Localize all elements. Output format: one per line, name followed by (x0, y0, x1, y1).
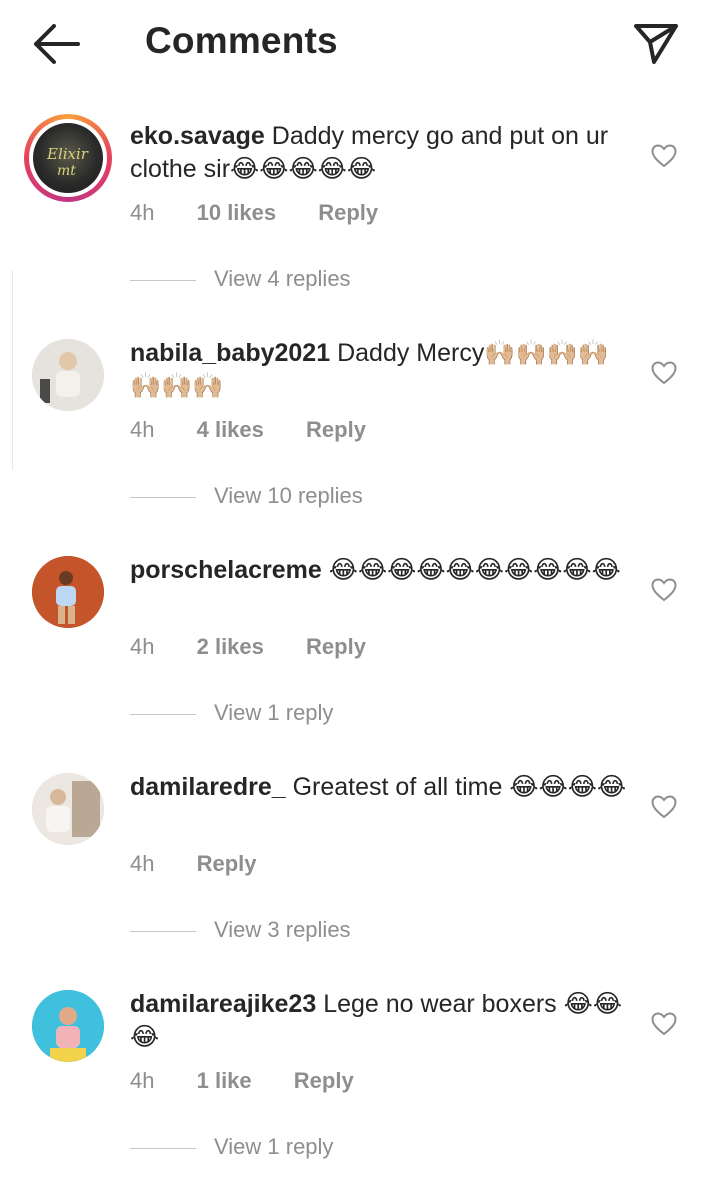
avatar-image (32, 339, 104, 411)
comment-username[interactable]: damilaredre_ (130, 773, 286, 801)
svg-text:Elixir: Elixir (46, 145, 89, 163)
comment-time: 4h (130, 1068, 155, 1093)
comment-item: damilaredre_ Greatest of all time 😂😂😂😂 4… (0, 759, 720, 976)
reply-button[interactable]: Reply (306, 634, 366, 659)
like-button[interactable] (651, 144, 677, 168)
avatar[interactable] (32, 556, 104, 628)
comment-time: 4h (130, 417, 155, 442)
comment-text: damilareajike23 Lege no wear boxers 😂😂😂 (130, 988, 630, 1054)
page-title: Comments (145, 20, 338, 61)
comment-username[interactable]: damilareajike23 (130, 990, 316, 1018)
view-replies-label: View 3 replies (214, 917, 351, 942)
comment-body: 😂😂😂😂😂😂😂😂😂😂 (328, 556, 621, 584)
heart-icon (651, 795, 677, 819)
heart-icon (651, 578, 677, 602)
back-button[interactable] (30, 22, 82, 66)
reply-button[interactable]: Reply (294, 1068, 354, 1093)
reply-button[interactable]: Reply (318, 200, 378, 225)
comment-text: damilaredre_ Greatest of all time 😂😂😂😂 (130, 771, 630, 804)
svg-text:mt: mt (57, 163, 76, 179)
comment-meta: 4h 4 likes Reply (130, 417, 402, 443)
view-replies-label: View 4 replies (214, 266, 351, 291)
reply-button[interactable]: Reply (306, 417, 366, 442)
comment-item: Elixir mt eko.savage Daddy mercy go and … (0, 108, 720, 325)
comment-likes[interactable]: 4 likes (197, 417, 264, 442)
avatar[interactable]: Elixir mt (24, 114, 112, 202)
replies-divider-line (130, 497, 196, 498)
replies-divider-line (130, 714, 196, 715)
avatar[interactable] (32, 773, 104, 845)
heart-icon (651, 144, 677, 168)
like-button[interactable] (651, 795, 677, 819)
view-replies-label: View 1 reply (214, 700, 334, 725)
comment-likes[interactable]: 10 likes (197, 200, 277, 225)
avatar-image (32, 773, 104, 845)
comment-username[interactable]: nabila_baby2021 (130, 339, 330, 367)
paper-plane-icon (634, 24, 678, 64)
avatar[interactable] (32, 990, 104, 1062)
comment-body: Greatest of all time 😂😂😂😂 (292, 773, 627, 801)
like-button[interactable] (651, 578, 677, 602)
avatar[interactable] (32, 339, 104, 411)
avatar-image (32, 990, 104, 1062)
comment-meta: 4h 10 likes Reply (130, 200, 414, 226)
comment-time: 4h (130, 851, 155, 876)
share-button[interactable] (632, 20, 680, 66)
replies-divider-line (130, 280, 196, 281)
comment-text: eko.savage Daddy mercy go and put on ur … (130, 120, 630, 186)
comment-text: nabila_baby2021 Daddy Mercy🙌🏼🙌🏼🙌🏼🙌🏼🙌🏼🙌🏼🙌… (130, 337, 630, 403)
heart-icon (651, 1012, 677, 1036)
comment-username[interactable]: eko.savage (130, 122, 265, 150)
heart-icon (651, 361, 677, 385)
comment-username[interactable]: porschelacreme (130, 556, 322, 584)
replies-divider-line (130, 931, 196, 932)
comment-item: nabila_baby2021 Daddy Mercy🙌🏼🙌🏼🙌🏼🙌🏼🙌🏼🙌🏼🙌… (0, 325, 720, 542)
comments-header: Comments (0, 0, 720, 90)
comment-item: porschelacreme 😂😂😂😂😂😂😂😂😂😂 4h 2 likes Rep… (0, 542, 720, 759)
comment-meta: 4h 1 like Reply (130, 1068, 390, 1094)
view-replies-label: View 10 replies (214, 483, 363, 508)
reply-button[interactable]: Reply (197, 851, 257, 876)
comment-item: damilareajike23 Lege no wear boxers 😂😂😂 … (0, 976, 720, 1193)
avatar-image: Elixir mt (46, 145, 89, 179)
like-button[interactable] (651, 1012, 677, 1036)
comment-time: 4h (130, 634, 155, 659)
view-replies-label: View 1 reply (214, 1134, 334, 1159)
comment-text: porschelacreme 😂😂😂😂😂😂😂😂😂😂 (130, 554, 630, 587)
avatar-image (32, 556, 104, 628)
like-button[interactable] (651, 361, 677, 385)
arrow-left-icon (34, 24, 80, 64)
comment-time: 4h (130, 200, 155, 225)
comment-meta: 4h Reply (130, 851, 293, 877)
comment-likes[interactable]: 2 likes (197, 634, 264, 659)
comment-meta: 4h 2 likes Reply (130, 634, 402, 660)
replies-divider-line (130, 1148, 196, 1149)
comment-likes[interactable]: 1 like (197, 1068, 252, 1093)
